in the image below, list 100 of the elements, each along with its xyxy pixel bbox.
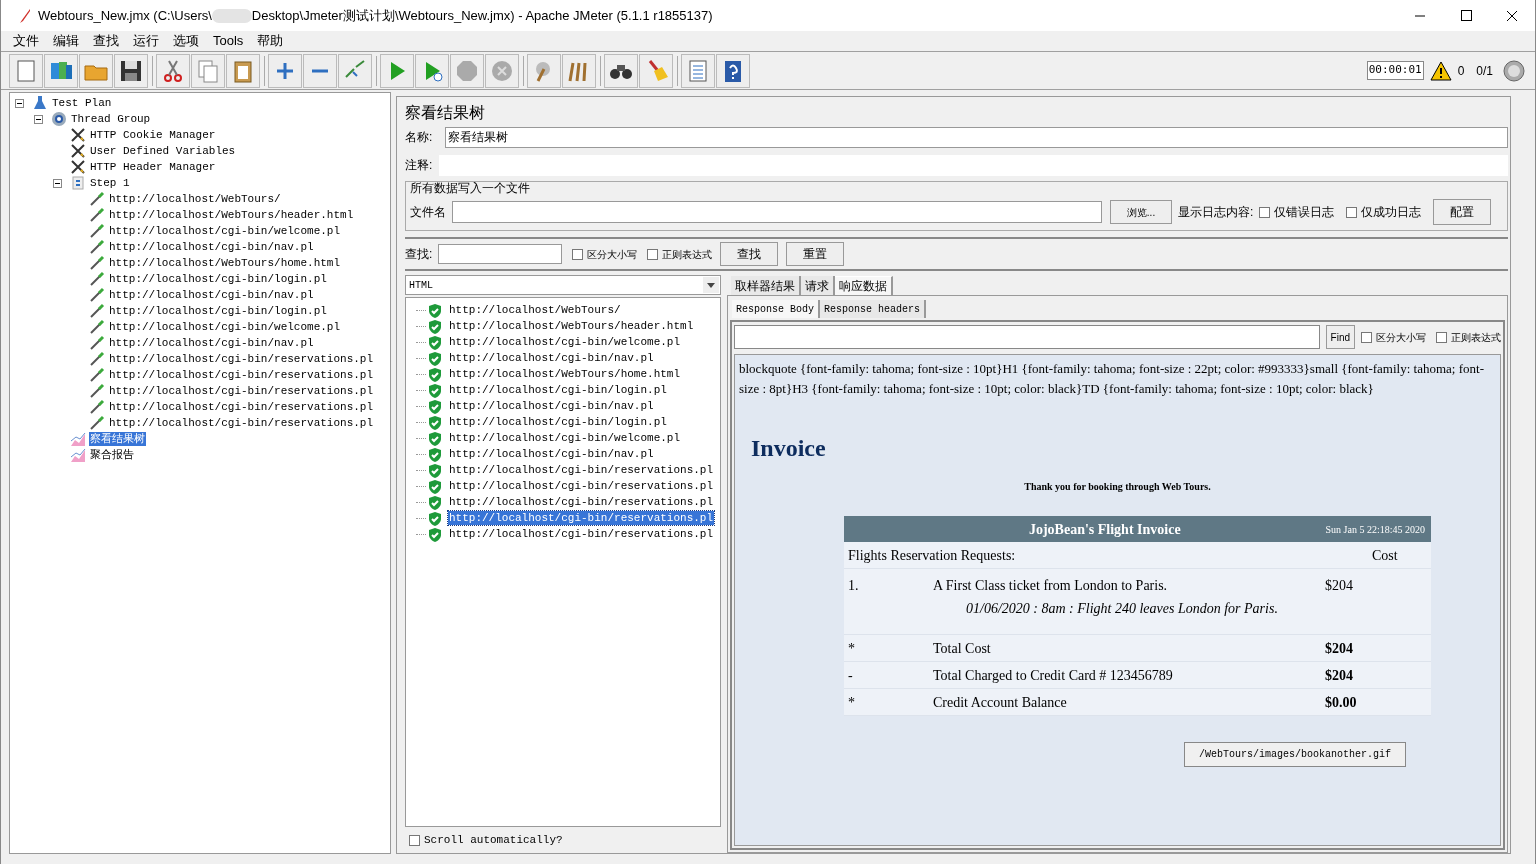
collapse-toggle[interactable]	[34, 114, 43, 124]
checkbox[interactable]	[647, 248, 659, 260]
menu-item[interactable]: 帮助	[251, 31, 290, 51]
shield-check-icon	[428, 350, 442, 366]
menu-item[interactable]: 编辑	[47, 31, 85, 51]
tree-item[interactable]: http://localhost/cgi-bin/nav.pl	[108, 336, 315, 350]
checkbox[interactable]	[572, 248, 584, 260]
result-item[interactable]: http://localhost/cgi-bin/reservations.pl	[448, 527, 715, 541]
checkbox[interactable]	[1346, 206, 1358, 218]
shield-check-icon	[428, 446, 442, 462]
window-title: Desktop\Jmeter测试计划\Webtours_New.jmx) - Apache JMeter (5.1.1 r1855137)	[251, 6, 713, 25]
tree-item[interactable]: http://localhost/cgi-bin/login.pl	[108, 304, 328, 318]
tree-item[interactable]: http://localhost/cgi-bin/nav.pl	[108, 240, 315, 254]
collapse-toggle[interactable]	[15, 98, 24, 108]
tree-item[interactable]: HTTP Cookie Manager	[89, 128, 217, 142]
checkbox[interactable]	[1259, 206, 1271, 218]
feather-icon	[19, 7, 31, 24]
tools-icon	[70, 159, 86, 175]
table-cell-text: Total Cost	[933, 639, 992, 658]
tree-item[interactable]: Test Plan	[51, 96, 113, 110]
warning-icon[interactable]	[1429, 60, 1452, 81]
tree-item[interactable]: http://localhost/cgi-bin/reservations.pl	[108, 368, 375, 382]
result-item[interactable]: http://localhost/cgi-bin/reservations.pl	[448, 511, 715, 525]
tree-item[interactable]: User Defined Variables	[89, 144, 237, 158]
checkbox-label: 区分大小写	[1376, 330, 1426, 345]
pipette-icon	[89, 271, 105, 287]
menu-item[interactable]: Tools	[207, 31, 250, 51]
pipette-icon	[89, 207, 105, 223]
tab[interactable]: Response headers	[820, 300, 927, 318]
name-field[interactable]: 察看结果树	[445, 126, 1508, 148]
shield-check-icon	[428, 414, 442, 430]
tree-item[interactable]: http://localhost/cgi-bin/reservations.pl	[108, 352, 375, 366]
tab[interactable]: Response Body	[732, 300, 820, 318]
result-item[interactable]: http://localhost/cgi-bin/reservations.pl	[448, 463, 715, 477]
tree-item[interactable]: http://localhost/WebTours/home.html	[108, 256, 342, 270]
tree-item[interactable]: http://localhost/cgi-bin/nav.pl	[108, 288, 315, 302]
renderer-dropdown[interactable]: HTML	[405, 275, 721, 295]
tree-item[interactable]: http://localhost/cgi-bin/reservations.pl	[108, 400, 375, 414]
search-field[interactable]	[438, 244, 563, 264]
flask-icon	[32, 95, 48, 111]
result-item[interactable]: http://localhost/cgi-bin/welcome.pl	[448, 335, 682, 349]
pipette-icon	[89, 367, 105, 383]
tree-item[interactable]: http://localhost/cgi-bin/welcome.pl	[108, 224, 342, 238]
result-item[interactable]: http://localhost/WebTours/home.html	[448, 367, 682, 381]
result-item[interactable]: http://localhost/cgi-bin/reservations.pl	[448, 495, 715, 509]
configure-button[interactable]: 配置	[1433, 199, 1492, 225]
chart-icon	[70, 447, 86, 463]
shield-check-icon	[428, 526, 442, 542]
table-cell-text: $204	[1325, 577, 1353, 595]
tree-item[interactable]: HTTP Header Manager	[89, 160, 217, 174]
tree-item[interactable]: http://localhost/cgi-bin/reservations.pl	[108, 384, 375, 398]
window-title: Webtours_New.jmx (C:\Users\	[38, 6, 212, 25]
remote-icon[interactable]	[1503, 59, 1525, 82]
shield-check-icon	[428, 510, 442, 526]
result-item[interactable]: http://localhost/cgi-bin/nav.pl	[448, 447, 655, 461]
filename-field[interactable]	[452, 201, 1102, 223]
search-button[interactable]: 重置	[786, 242, 845, 266]
column-header: Flights Reservation Requests:	[848, 546, 1017, 565]
tree-item[interactable]: 察看结果树	[89, 432, 146, 446]
image-placeholder[interactable]: /WebTours/images/bookanother.gif	[1183, 742, 1406, 767]
tree-item[interactable]: http://localhost/WebTours/	[108, 192, 282, 206]
tree-item[interactable]: http://localhost/WebTours/header.html	[108, 208, 355, 222]
result-item[interactable]: http://localhost/WebTours/header.html	[448, 319, 695, 333]
tab[interactable]: 请求	[801, 276, 835, 295]
result-item[interactable]: http://localhost/cgi-bin/login.pl	[448, 415, 668, 429]
browse-button[interactable]: 浏览...	[1110, 200, 1172, 224]
tab[interactable]: 取样器结果	[731, 276, 801, 295]
menu-item[interactable]: 文件	[7, 31, 45, 51]
tree-item[interactable]: http://localhost/cgi-bin/login.pl	[108, 272, 328, 286]
result-item[interactable]: http://localhost/cgi-bin/reservations.pl	[448, 479, 715, 493]
tree-item[interactable]: http://localhost/cgi-bin/reservations.pl	[108, 416, 375, 430]
shield-check-icon	[428, 398, 442, 414]
result-item[interactable]: http://localhost/cgi-bin/nav.pl	[448, 399, 655, 413]
tree-item[interactable]: Thread Group	[70, 112, 152, 126]
checkbox[interactable]	[1361, 331, 1372, 343]
result-item[interactable]: http://localhost/cgi-bin/welcome.pl	[448, 431, 682, 445]
tree-item[interactable]: 聚合报告	[89, 448, 135, 462]
checkbox[interactable]	[1436, 331, 1447, 343]
result-item[interactable]: http://localhost/cgi-bin/nav.pl	[448, 351, 655, 365]
group-title: 所有数据写入一个文件	[410, 181, 531, 195]
find-button[interactable]: Find	[1325, 325, 1355, 349]
shield-check-icon	[428, 302, 442, 318]
table-cell-text: A First Class ticket from London to Paris.	[933, 577, 1169, 595]
response-search-field[interactable]	[734, 325, 1320, 349]
menu-item[interactable]: 运行	[127, 31, 165, 51]
checkbox[interactable]	[409, 834, 420, 846]
pipette-icon	[89, 239, 105, 255]
checkbox-label: 区分大小写	[587, 247, 638, 262]
menu-item[interactable]: 选项	[167, 31, 205, 51]
result-item[interactable]: http://localhost/cgi-bin/login.pl	[448, 383, 668, 397]
tree-item[interactable]: Step 1	[89, 176, 131, 190]
tab[interactable]: 响应数据	[835, 276, 893, 295]
result-item[interactable]: http://localhost/WebTours/	[448, 303, 622, 317]
table-cell-text: *	[848, 693, 856, 712]
search-button[interactable]: 查找	[720, 242, 779, 266]
menu-item[interactable]: 查找	[87, 31, 125, 51]
collapse-toggle[interactable]	[53, 178, 62, 188]
dropdown-value: HTML	[409, 278, 433, 293]
table-cell-text: -	[848, 666, 854, 685]
tree-item[interactable]: http://localhost/cgi-bin/welcome.pl	[108, 320, 342, 334]
